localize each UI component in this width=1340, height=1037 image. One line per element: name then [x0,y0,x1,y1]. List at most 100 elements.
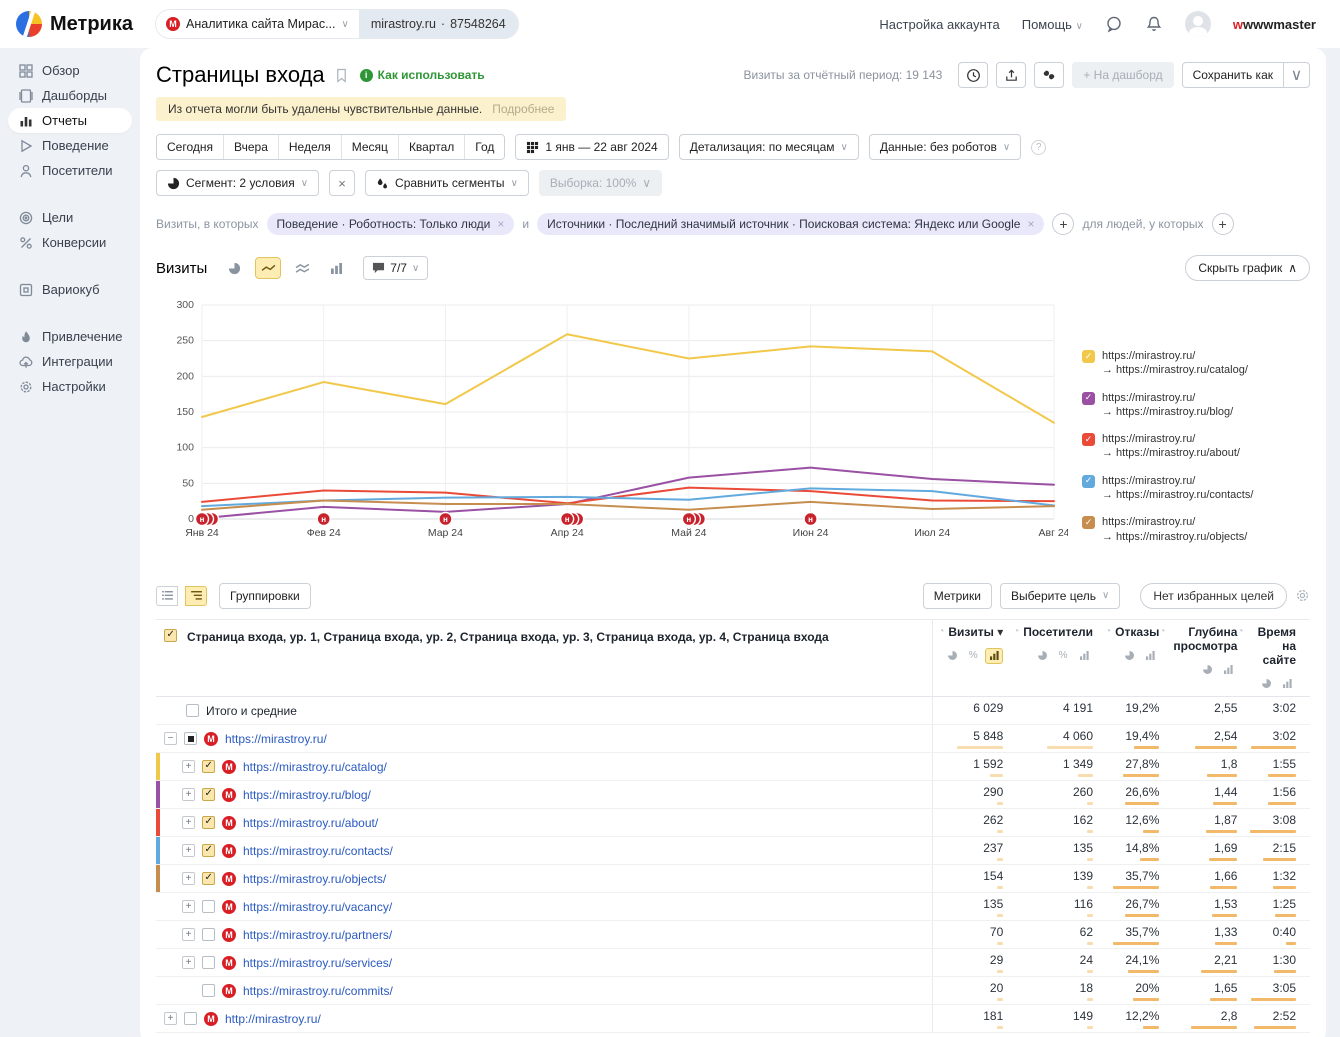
help-icon[interactable]: ? [1031,139,1047,155]
date-range-button[interactable]: 1 янв — 22 авг 2024 [515,134,669,160]
date-preset-2[interactable]: Неделя [277,135,341,159]
sidebar-item-10[interactable]: Настройки [0,374,140,399]
chart-type-line-button[interactable] [255,257,282,279]
how-to-use-link[interactable]: i Как использовать [359,68,485,82]
compare-segments-button[interactable]: Сравнить сегменты ∨ [365,170,529,196]
chart-type-bar-button[interactable] [323,257,349,279]
entry-page-link[interactable]: https://mirastroy.ru/blog/ [243,788,371,802]
row-checkbox[interactable] [202,816,215,830]
segment-button[interactable]: Сегмент: 2 условия ∨ [156,170,320,196]
export-button[interactable] [996,62,1027,88]
column-header-1[interactable]: ◔ Посетители% [1003,625,1093,692]
percent-display-icon[interactable]: % [1054,648,1072,664]
row-checkbox[interactable] [184,732,197,746]
banner-more-link[interactable]: Подробнее [492,102,554,116]
bar-display-icon[interactable] [985,647,1004,664]
entry-page-link[interactable]: https://mirastroy.ru/commits/ [243,984,393,998]
view-tree-button[interactable] [185,585,207,606]
column-header-2[interactable]: ◔ Отказы [1093,625,1159,692]
metrika-logo[interactable]: Метрика [16,11,140,37]
history-button[interactable] [958,62,989,88]
metrics-button[interactable]: Метрики [922,582,992,609]
filter-pill-sources[interactable]: Источники · Последний значимый источник … [537,213,1045,235]
clear-segment-button[interactable]: × [329,170,356,196]
percent-display-icon[interactable]: % [964,648,982,664]
legend-item-1[interactable]: ✓ https://mirastroy.ru/ → https://mirastr… [1082,391,1310,420]
select-all-checkbox[interactable] [164,628,177,642]
save-as-button[interactable]: Сохранить как ∨ [1181,62,1310,88]
sampling-select[interactable]: Выборка: 100% ∨ [538,170,663,196]
legend-checkbox[interactable]: ✓ [1082,474,1095,488]
row-checkbox[interactable] [202,956,215,970]
row-checkbox[interactable] [184,1012,197,1026]
row-checkbox[interactable] [202,928,215,942]
entry-page-link[interactable]: https://mirastroy.ru/ [225,732,327,746]
date-preset-4[interactable]: Квартал [397,135,465,159]
date-preset-1[interactable]: Вчера [223,135,278,159]
chart-type-pie-button[interactable] [221,257,247,279]
row-checkbox[interactable] [202,872,215,886]
username[interactable]: wwwwmaster [1233,17,1316,32]
entry-page-link[interactable]: https://mirastroy.ru/contacts/ [243,844,393,858]
entry-page-link[interactable]: https://mirastroy.ru/vacancy/ [243,900,392,914]
bell-icon[interactable] [1145,15,1163,33]
date-preset-0[interactable]: Сегодня [157,135,223,159]
sidebar-item-6[interactable]: Конверсии [0,230,140,255]
sidebar-item-0[interactable]: Обзор [0,58,140,83]
date-preset-3[interactable]: Месяц [340,135,398,159]
expand-row-button[interactable]: + [182,900,195,914]
row-checkbox[interactable] [186,704,199,718]
row-checkbox[interactable] [202,760,215,774]
pie-display-icon[interactable] [943,648,961,664]
expand-row-button[interactable]: + [182,844,195,858]
entry-page-link[interactable]: https://mirastroy.ru/partners/ [243,928,392,942]
expand-row-button[interactable]: + [182,816,195,830]
legend-checkbox[interactable]: ✓ [1082,350,1095,363]
chat-icon[interactable] [1105,15,1123,33]
row-checkbox[interactable] [202,844,215,858]
sidebar-item-4[interactable]: Посетители [0,158,140,183]
account-settings-link[interactable]: Настройка аккаунта [879,17,999,32]
pie-display-icon[interactable] [1120,648,1138,664]
avatar[interactable] [1184,11,1211,37]
compare-periods-button[interactable] [1034,62,1065,88]
expand-row-button[interactable]: + [164,1012,177,1026]
pie-display-icon[interactable] [1198,662,1216,678]
pie-display-icon[interactable] [1257,675,1275,691]
counter-selector[interactable]: M Аналитика сайта Мирас... ∨ mirastroy.r… [156,10,518,38]
sidebar-item-7[interactable]: Вариокуб [0,277,140,302]
bookmark-icon[interactable] [335,68,348,83]
collapse-row-button[interactable]: − [164,732,177,746]
bar-display-icon[interactable] [1278,675,1296,691]
sidebar-item-5[interactable]: Цели [0,205,140,230]
data-mode-select[interactable]: Данные: без роботов ∨ [868,134,1022,160]
bar-display-icon[interactable] [1075,648,1093,664]
sidebar-item-3[interactable]: Поведение [0,133,140,158]
sidebar-item-8[interactable]: Привлечение [0,324,140,349]
legend-item-0[interactable]: ✓ https://mirastroy.ru/ → https://mirastr… [1082,349,1310,378]
legend-item-3[interactable]: ✓ https://mirastroy.ru/ → https://mirastr… [1082,474,1310,503]
sidebar-item-1[interactable]: Дашборды [0,83,140,108]
legend-checkbox[interactable]: ✓ [1082,516,1095,530]
entry-page-link[interactable]: https://mirastroy.ru/about/ [243,816,378,830]
expand-row-button[interactable]: + [182,872,195,886]
filter-pill-robots[interactable]: Поведение · Роботность: Только люди × [266,213,515,235]
hide-chart-button[interactable]: Скрыть график ∧ [1185,255,1310,281]
add-to-dashboard-button[interactable]: + На дашборд [1072,62,1174,88]
row-checkbox[interactable] [202,984,215,998]
add-visit-filter-button[interactable]: + [1052,213,1075,235]
bar-display-icon[interactable] [1219,662,1237,678]
view-list-button[interactable] [156,585,178,606]
legend-item-4[interactable]: ✓ https://mirastroy.ru/ → https://mirastr… [1082,515,1310,544]
expand-row-button[interactable]: + [182,760,195,774]
remove-filter-icon[interactable]: × [1027,217,1034,231]
expand-row-button[interactable]: + [182,956,195,970]
expand-row-button[interactable]: + [182,788,195,802]
column-header-3[interactable]: ◔ Глубина просмотра [1159,625,1237,692]
row-checkbox[interactable] [202,900,215,914]
row-checkbox[interactable] [202,788,215,802]
annotations-toggle[interactable]: 7/7 ∨ [363,256,429,280]
bar-display-icon[interactable] [1141,648,1159,664]
date-preset-5[interactable]: Год [464,135,505,159]
legend-item-2[interactable]: ✓ https://mirastroy.ru/ → https://mirastr… [1082,432,1310,461]
